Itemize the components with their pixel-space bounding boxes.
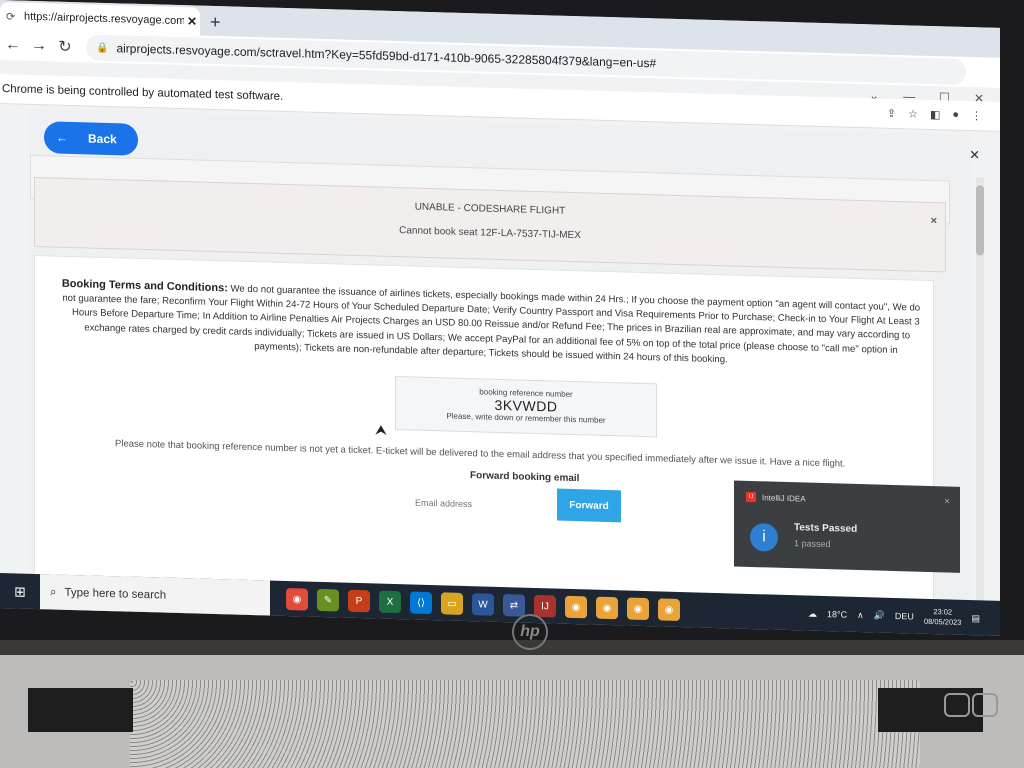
bookmark-star-icon[interactable]: ☆ — [908, 107, 918, 120]
excel-app-icon[interactable]: X — [379, 590, 401, 614]
notification-title: Tests Passed — [794, 522, 858, 535]
scrollbar-thumb[interactable] — [976, 185, 984, 256]
forward-button[interactable]: Forward — [557, 488, 621, 523]
clock-date: 08/05/2023 — [923, 616, 962, 627]
pinned-apps: ◉ ✎ P X ⟨⟩ ▭ W ⇄ IJ ◉ ◉ ◉ ◉ — [286, 587, 680, 621]
search-placeholder: Type here to search — [64, 586, 167, 602]
powerpoint-app-icon[interactable]: P — [348, 589, 370, 613]
terms-body: We do not guarantee the issuance of airl… — [62, 283, 921, 366]
tab-close-icon[interactable]: ✕ — [184, 14, 200, 28]
windows-start-icon[interactable]: ⊞ — [0, 573, 40, 610]
side-panel-icon[interactable]: ◧ — [930, 108, 940, 121]
laptop-button-1 — [944, 693, 970, 717]
clock[interactable]: 23:02 08/05/2023 — [924, 607, 962, 628]
lock-icon: 🔒 — [96, 42, 109, 54]
weather-temp[interactable]: 18°C — [827, 609, 847, 620]
mouse-pointer-icon: ⮝ — [375, 421, 387, 438]
speaker-grille — [130, 680, 920, 768]
infobar-close-icon[interactable]: ✕ — [969, 147, 980, 163]
hp-logo: hp — [512, 614, 548, 650]
forward-email-title: Forward booking email — [470, 470, 580, 485]
notification-subtitle: 1 passed — [794, 538, 831, 550]
file-explorer-icon[interactable]: ▭ — [441, 592, 463, 615]
weather-icon[interactable]: ☁ — [808, 608, 817, 619]
page-scrollbar[interactable] — [976, 177, 984, 608]
language-indicator[interactable]: DEU — [895, 611, 914, 622]
ticket-note: Please note that booking reference numbe… — [115, 438, 846, 470]
info-icon: i — [750, 522, 778, 552]
booking-reference-box: booking reference number 3KVWDD Please, … — [395, 376, 657, 438]
profile-avatar-icon[interactable]: ● — [952, 109, 959, 122]
alert-close-icon[interactable]: × — [931, 215, 937, 227]
terms-text: Booking Terms and Conditions: We do not … — [61, 277, 921, 373]
chrome-window-3-icon[interactable]: ◉ — [627, 597, 649, 621]
menu-kebab-icon[interactable]: ⋮ — [971, 109, 982, 122]
terms-heading: Booking Terms and Conditions: — [61, 277, 228, 295]
word-app-icon[interactable]: W — [472, 593, 494, 616]
system-tray: ☁ 18°C ∧ 🔊 DEU 23:02 08/05/2023 ▤ — [808, 596, 980, 636]
notification-app: IntelliJ IDEA — [762, 493, 806, 504]
intellij-taskbar-icon[interactable]: IJ — [534, 594, 556, 618]
chrome-window-2-icon[interactable]: ◉ — [596, 596, 618, 620]
back-button-label: Back — [88, 131, 117, 147]
tab-title: https://airprojects.resvoyage.com — [24, 10, 184, 28]
intellij-notification[interactable]: IJ IntelliJ IDEA × i Tests Passed 1 pass… — [734, 480, 960, 573]
laptop-button-2 — [972, 693, 998, 717]
new-tab-button[interactable]: + — [210, 12, 221, 33]
back-arrow-icon[interactable]: ← — [0, 36, 26, 55]
chrome-app-icon[interactable]: ◉ — [286, 587, 308, 611]
forward-arrow-icon[interactable]: → — [26, 37, 52, 56]
tray-chevron-icon[interactable]: ∧ — [857, 609, 864, 620]
back-button[interactable]: ← Back — [44, 121, 138, 156]
app-icon[interactable]: ⇄ — [503, 594, 525, 617]
chrome-window-1-icon[interactable]: ◉ — [565, 595, 587, 619]
infobar-text: Chrome is being controlled by automated … — [2, 82, 284, 103]
left-hinge — [28, 688, 133, 732]
notifications-icon[interactable]: ▤ — [971, 613, 980, 624]
screen: ⟳ https://airprojects.resvoyage.com ✕ + … — [0, 0, 1000, 636]
notes-app-icon[interactable]: ✎ — [317, 588, 339, 612]
intellij-icon: IJ — [746, 491, 756, 503]
reload-icon[interactable]: ↻ — [52, 36, 78, 57]
arrow-left-icon: ← — [56, 130, 68, 145]
chrome-window-4-icon[interactable]: ◉ — [658, 598, 680, 621]
url-text: airprojects.resvoyage.com/sctravel.htm?K… — [116, 41, 657, 71]
notification-close-icon[interactable]: × — [944, 496, 950, 507]
forward-email-input[interactable] — [415, 490, 555, 519]
search-icon: ⌕ — [50, 585, 57, 599]
share-icon[interactable]: ⇪ — [887, 107, 896, 120]
toolbar-icons: ⇪ ☆ ◧ ● ⋮ — [887, 107, 982, 123]
vscode-app-icon[interactable]: ⟨⟩ — [410, 591, 432, 615]
loading-favicon-icon: ⟳ — [6, 11, 16, 24]
volume-icon[interactable]: 🔊 — [874, 610, 885, 621]
